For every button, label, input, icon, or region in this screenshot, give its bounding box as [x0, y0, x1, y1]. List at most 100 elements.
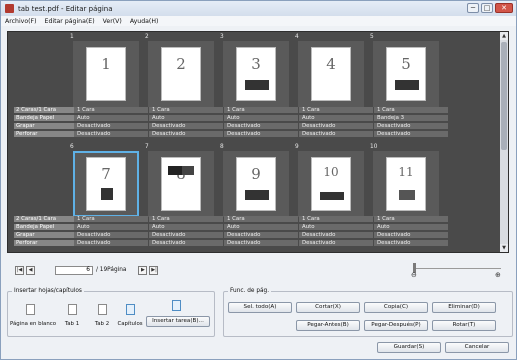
insert-chapters-label: Capítulos	[117, 321, 143, 327]
attr-duplex-value[interactable]: 1 Cara	[74, 107, 148, 114]
attr-tray-value[interactable]: Auto	[149, 224, 223, 231]
insert-task-icon	[172, 300, 181, 311]
pdf-app-icon	[5, 4, 14, 13]
attr-label-staple: Grapar	[14, 123, 74, 130]
close-button[interactable]: ✕	[495, 3, 513, 13]
page-total: / 19Página	[96, 267, 127, 273]
attr-punch-value[interactable]: Desactivado	[299, 131, 373, 138]
page-image	[245, 80, 269, 90]
attr-staple-value[interactable]: Desactivado	[299, 232, 373, 239]
insert-sheets-group: Insertar hojas/capítulos Página en blanc…	[7, 288, 215, 337]
cancel-button[interactable]: Cancelar	[445, 342, 509, 353]
attr-punch-value[interactable]: Desactivado	[74, 131, 148, 138]
page-image	[245, 190, 269, 200]
attr-duplex-value[interactable]: 1 Cara	[224, 107, 298, 114]
attr-duplex-value[interactable]: 1 Cara	[299, 216, 373, 223]
attr-staple-value[interactable]: Desactivado	[74, 232, 148, 239]
attr-staple-value[interactable]: Desactivado	[374, 232, 448, 239]
page-preview-digit: 2	[176, 55, 186, 73]
minimize-button[interactable]: ─	[467, 3, 479, 13]
vertical-scrollbar[interactable]: ▲ ▼	[500, 32, 508, 252]
menu-help[interactable]: Ayuda(H)	[130, 18, 159, 25]
paste-after-button[interactable]: Pegar-Después(P)	[364, 320, 428, 331]
delete-button[interactable]: Eliminar(D)	[432, 302, 496, 313]
attr-punch-value[interactable]: Desactivado	[299, 240, 373, 247]
page-image	[399, 190, 415, 200]
attr-staple-value[interactable]: Desactivado	[374, 123, 448, 130]
attr-staple-value[interactable]: Desactivado	[149, 123, 223, 130]
attr-tray-value[interactable]: Bandeja 3	[374, 115, 448, 122]
attr-tray-value[interactable]: Auto	[299, 224, 373, 231]
zoom-in-icon[interactable]: ⊕	[495, 271, 501, 279]
attr-staple-value[interactable]: Desactivado	[224, 232, 298, 239]
scrollbar-thumb[interactable]	[501, 42, 507, 150]
page-thumbnail-viewer[interactable]: 1 1 2 2 3 3 4 4 5 5 2 Caras/1 Cara Bande…	[7, 31, 509, 253]
page-image	[168, 166, 182, 175]
scroll-up-icon[interactable]: ▲	[500, 32, 508, 40]
prev-page-button[interactable]: ◀	[26, 265, 35, 275]
attr-tray-value[interactable]: Auto	[224, 115, 298, 122]
paste-before-button[interactable]: Pegar-Antes(B)	[296, 320, 360, 331]
attr-punch-value[interactable]: Desactivado	[374, 240, 448, 247]
attr-punch-value[interactable]: Desactivado	[149, 240, 223, 247]
attr-duplex-value[interactable]: 1 Cara	[374, 107, 448, 114]
attr-staple-value[interactable]: Desactivado	[224, 123, 298, 130]
page-preview-digit: 10	[323, 165, 339, 179]
first-page-button[interactable]: |◀	[15, 265, 24, 275]
attr-label-tray: Bandeja Papel	[14, 115, 74, 122]
attr-label-tray: Bandeja Papel	[14, 224, 74, 231]
page-image	[101, 188, 113, 200]
attr-tray-value[interactable]: Auto	[224, 224, 298, 231]
attr-tray-value[interactable]: Auto	[74, 224, 148, 231]
attr-punch-value[interactable]: Desactivado	[224, 131, 298, 138]
editor-window: tab test.pdf - Editar página ─ □ ✕ Archi…	[0, 0, 517, 360]
attr-tray-value[interactable]: Auto	[149, 115, 223, 122]
zoom-out-icon[interactable]: ⊖	[411, 271, 417, 279]
rotate-button[interactable]: Rotar(T)	[432, 320, 496, 331]
save-button[interactable]: Guardar(S)	[377, 342, 441, 353]
select-all-button[interactable]: Sel. todo(A)	[228, 302, 292, 313]
attr-tray-value[interactable]: Auto	[74, 115, 148, 122]
page-number: 1	[70, 34, 74, 40]
copy-button[interactable]: Copia(C)	[364, 302, 428, 313]
zoom-slider[interactable]: ⊖ ⊕	[411, 259, 503, 279]
menu-view[interactable]: Ver(V)	[103, 18, 122, 25]
attr-duplex-value[interactable]: 1 Cara	[374, 216, 448, 223]
page-functions-group: Func. de pág. Sel. todo(A) Cortar(X) Cop…	[223, 288, 513, 337]
page-preview-digit: 11	[398, 165, 414, 179]
scroll-down-icon[interactable]: ▼	[500, 244, 508, 252]
attr-staple-value[interactable]: Desactivado	[299, 123, 373, 130]
insert-task-button[interactable]: Insertar tarea(B)...	[146, 316, 210, 327]
attr-duplex-value[interactable]: 1 Cara	[224, 216, 298, 223]
attr-tray-value[interactable]: Auto	[374, 224, 448, 231]
current-page-input[interactable]: 6	[55, 265, 93, 275]
attr-staple-value[interactable]: Desactivado	[149, 232, 223, 239]
attr-duplex-value[interactable]: 1 Cara	[149, 107, 223, 114]
attr-punch-value[interactable]: Desactivado	[224, 240, 298, 247]
cut-button[interactable]: Cortar(X)	[296, 302, 360, 313]
attr-tray-value[interactable]: Auto	[299, 115, 373, 122]
insert-chapters[interactable]: Capítulos	[110, 304, 150, 327]
blank-page-icon	[25, 304, 35, 315]
maximize-button[interactable]: □	[481, 3, 493, 13]
menu-edit-page[interactable]: Editar página(E)	[45, 18, 95, 25]
attr-duplex-value[interactable]: 1 Cara	[299, 107, 373, 114]
menu-bar: Archivo(F) Editar página(E) Ver(V) Ayuda…	[1, 16, 516, 26]
insert-blank-page[interactable]: Página en blanco	[10, 304, 56, 327]
last-page-button[interactable]: ▶|	[149, 265, 159, 275]
menu-file[interactable]: Archivo(F)	[5, 18, 37, 25]
attr-duplex-value[interactable]: 1 Cara	[149, 216, 223, 223]
zoom-track[interactable]	[415, 268, 501, 269]
insert-group-title: Insertar hojas/capítulos	[12, 288, 84, 294]
attr-punch-value[interactable]: Desactivado	[149, 131, 223, 138]
attr-duplex-value[interactable]: 1 Cara	[74, 216, 148, 223]
page-image	[182, 166, 194, 175]
attr-label-duplex: 2 Caras/1 Cara	[14, 107, 74, 114]
attr-label-punch: Perforar	[14, 240, 74, 247]
attr-punch-value[interactable]: Desactivado	[74, 240, 148, 247]
attr-label-punch: Perforar	[14, 131, 74, 138]
next-page-button[interactable]: ▶	[138, 265, 148, 275]
page-number: 2	[145, 34, 149, 40]
attr-staple-value[interactable]: Desactivado	[74, 123, 148, 130]
attr-punch-value[interactable]: Desactivado	[374, 131, 448, 138]
